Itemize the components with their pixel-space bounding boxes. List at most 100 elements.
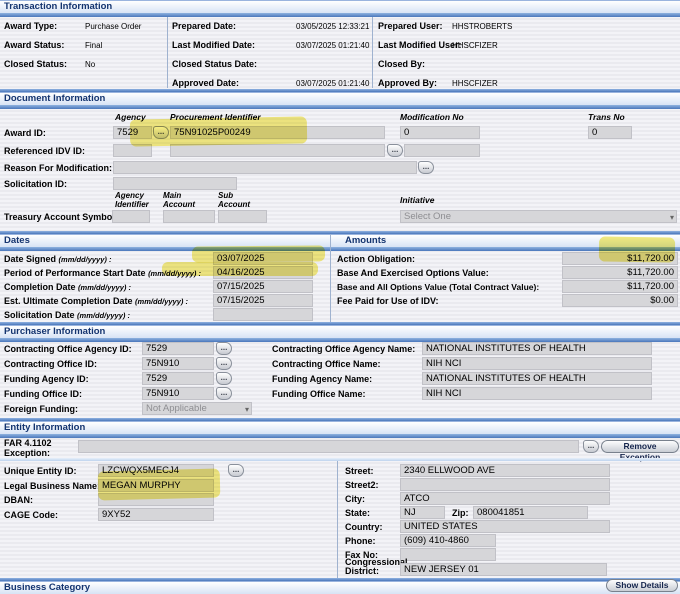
contracting-office-lookup-button[interactable]: ... <box>216 357 232 370</box>
date-format-hint: (mm/dd/yyyy) : <box>148 269 201 278</box>
contracting-office-name-label: Contracting Office Name: <box>272 359 381 369</box>
award-type-value: Purchase Order <box>85 22 141 31</box>
est-ultimate-completion-date-field[interactable]: 07/15/2025 <box>213 294 313 307</box>
funding-office-lookup-button[interactable]: ... <box>216 387 232 400</box>
panel-divider <box>330 234 331 322</box>
last-modified-user-label: Last Modified User: <box>378 40 462 50</box>
section-header-purchaser: Purchaser Information <box>0 325 680 338</box>
foreign-funding-select[interactable]: Not Applicable ▾ <box>142 402 252 415</box>
unique-entity-id-label: Unique Entity ID: <box>4 466 77 476</box>
funding-office-id-field[interactable]: 75N910 <box>142 387 214 400</box>
reason-for-modification-lookup-button[interactable]: ... <box>418 161 434 174</box>
date-signed-field[interactable]: 03/07/2025 <box>213 252 313 265</box>
pop-start-date-label: Period of Performance Start Date (mm/dd/… <box>4 268 201 278</box>
contracting-office-name-field[interactable]: NIH NCI <box>422 357 652 370</box>
base-exercised-options-label: Base And Exercised Options Value: <box>337 268 489 278</box>
completion-date-label: Completion Date (mm/dd/yyyy) : <box>4 282 131 292</box>
award-id-agency-field[interactable]: 7529 <box>113 126 152 139</box>
section-rule <box>0 434 680 438</box>
funding-agency-id-field[interactable]: 7529 <box>142 372 214 385</box>
section-header-document: Document Information <box>0 92 680 105</box>
street-field[interactable]: 2340 ELLWOOD AVE <box>400 464 610 477</box>
reason-for-modification-field[interactable] <box>113 161 417 174</box>
action-obligation-field[interactable]: $11,720.00 <box>562 252 678 265</box>
solicitation-date-label: Solicitation Date (mm/dd/yyyy) : <box>4 310 130 320</box>
trans-no-column-header: Trans No <box>588 112 625 122</box>
column-divider <box>337 461 338 579</box>
referenced-idv-agency-field[interactable] <box>113 144 152 157</box>
procurement-identifier-column-header: Procurement Identifier <box>170 112 261 122</box>
contracting-office-agency-name-field[interactable]: NATIONAL INSTITUTES OF HEALTH <box>422 342 652 355</box>
country-field[interactable]: UNITED STATES <box>400 520 610 533</box>
referenced-idv-lookup-button[interactable]: ... <box>387 144 403 157</box>
section-title: Business Category <box>4 582 90 594</box>
solicitation-id-field[interactable] <box>113 177 237 190</box>
initiative-select[interactable]: Select One ▾ <box>400 210 677 223</box>
contracting-office-agency-id-field[interactable]: 7529 <box>142 342 214 355</box>
congressional-district-field[interactable]: NEW JERSEY 01 <box>400 563 607 576</box>
fax-field[interactable] <box>400 548 496 561</box>
far-exception-field[interactable] <box>78 440 579 453</box>
street2-label: Street2: <box>345 480 379 490</box>
country-label: Country: <box>345 522 383 532</box>
show-details-button[interactable]: Show Details <box>606 579 678 592</box>
treasury-main-account-field[interactable] <box>163 210 215 223</box>
funding-agency-lookup-button[interactable]: ... <box>216 372 232 385</box>
dban-field[interactable] <box>98 493 214 506</box>
far-exception-lookup-button[interactable]: ... <box>583 440 599 453</box>
unique-entity-id-field[interactable]: LZCWQX5MECJ4 <box>98 464 214 477</box>
funding-agency-name-field[interactable]: NATIONAL INSTITUTES OF HEALTH <box>422 372 652 385</box>
award-id-procurement-field[interactable]: 75N91025P00249 <box>170 126 385 139</box>
phone-field[interactable]: (609) 410-4860 <box>400 534 496 547</box>
modification-no-field[interactable]: 0 <box>400 126 480 139</box>
award-status-value: Final <box>85 41 102 50</box>
funding-office-name-label: Funding Office Name: <box>272 389 366 399</box>
section-title: Transaction Information <box>4 1 112 13</box>
unique-entity-id-lookup-button[interactable]: ... <box>228 464 244 477</box>
award-status-label: Award Status: <box>4 40 64 50</box>
legal-business-name-field[interactable]: MEGAN MURPHY <box>98 479 214 492</box>
dban-label: DBAN: <box>4 495 33 505</box>
award-id-label: Award ID: <box>4 128 46 138</box>
last-modified-date-label: Last Modified Date: <box>172 40 255 50</box>
award-id-lookup-button[interactable]: ... <box>153 126 169 139</box>
section-header-transaction: Transaction Information <box>0 0 680 13</box>
column-divider <box>167 17 168 88</box>
pop-start-date-field[interactable]: 04/16/2025 <box>213 266 313 279</box>
remove-exception-button[interactable]: Remove Exception <box>601 440 679 453</box>
date-signed-label: Date Signed (mm/dd/yyyy) : <box>4 254 111 264</box>
trans-no-field[interactable]: 0 <box>588 126 632 139</box>
contracting-office-id-field[interactable]: 75N910 <box>142 357 214 370</box>
solicitation-date-field[interactable] <box>213 308 313 321</box>
funding-office-name-field[interactable]: NIH NCI <box>422 387 652 400</box>
last-modified-user-value: HHSCFIZER <box>452 41 498 50</box>
reason-for-modification-label: Reason For Modification: <box>4 163 112 173</box>
street2-field[interactable] <box>400 478 610 491</box>
state-field[interactable]: NJ <box>400 506 445 519</box>
street-label: Street: <box>345 466 374 476</box>
contracting-office-agency-lookup-button[interactable]: ... <box>216 342 232 355</box>
treasury-agency-identifier-field[interactable] <box>112 210 150 223</box>
treasury-sub-account-field[interactable] <box>218 210 267 223</box>
base-exercised-options-field[interactable]: $11,720.00 <box>562 266 678 279</box>
closed-status-value: No <box>85 60 95 69</box>
closed-status-label: Closed Status: <box>4 59 67 69</box>
city-field[interactable]: ATCO <box>400 492 610 505</box>
base-all-options-field[interactable]: $11,720.00 <box>562 280 678 293</box>
zip-field[interactable]: 080041851 <box>473 506 588 519</box>
closed-by-label: Closed By: <box>378 59 425 69</box>
completion-date-field[interactable]: 07/15/2025 <box>213 280 313 293</box>
phone-label: Phone: <box>345 536 376 546</box>
column-divider <box>372 17 373 88</box>
contracting-office-agency-id-label: Contracting Office Agency ID: <box>4 344 132 354</box>
zip-label: Zip: <box>452 508 469 518</box>
referenced-idv-id-field[interactable] <box>170 144 385 157</box>
cage-code-field[interactable]: 9XY52 <box>98 508 214 521</box>
referenced-idv-mod-field[interactable] <box>404 144 480 157</box>
fee-paid-idv-field[interactable]: $0.00 <box>562 294 678 307</box>
est-ultimate-completion-date-label: Est. Ultimate Completion Date (mm/dd/yyy… <box>4 296 188 306</box>
sub-account-column-header: Sub Account <box>218 192 258 209</box>
solicitation-id-label: Solicitation ID: <box>4 179 67 189</box>
treasury-account-symbol-label: Treasury Account Symbol: <box>4 212 118 222</box>
contracting-office-agency-name-label: Contracting Office Agency Name: <box>272 344 415 354</box>
